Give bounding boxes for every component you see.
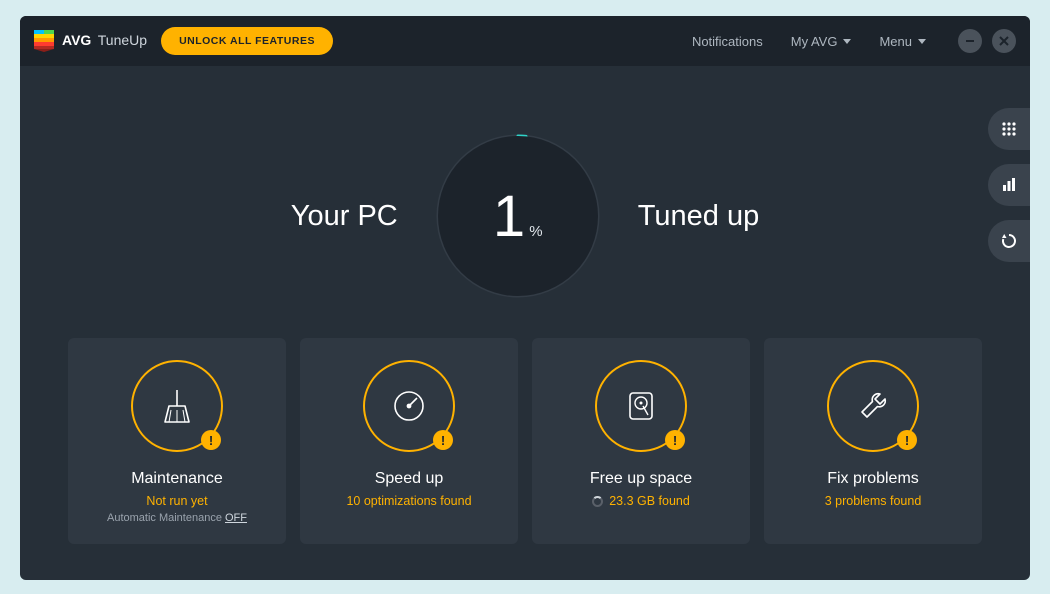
card-icon-wrap: !: [595, 360, 687, 452]
gauge-percent-symbol: %: [529, 223, 542, 240]
side-rail: [988, 108, 1030, 262]
rail-stats-button[interactable]: [988, 164, 1030, 206]
undo-icon: [1000, 232, 1018, 250]
status-hero: Your PC 1 % Tuned up: [20, 136, 1030, 296]
card-space-subtitle: 23.3 GB found: [592, 494, 690, 508]
card-maintenance-subtitle: Not run yet: [146, 494, 207, 508]
logo-group: AVG TuneUp: [34, 30, 147, 52]
close-button[interactable]: [992, 29, 1016, 53]
brand-name: AVG TuneUp: [62, 32, 147, 50]
maintenance-note-state[interactable]: OFF: [225, 512, 247, 524]
card-fix-subtitle: 3 problems found: [825, 494, 922, 508]
spinner-icon: [592, 496, 603, 507]
nav-notifications-label: Notifications: [692, 34, 763, 49]
card-speed-up[interactable]: ! Speed up 10 optimizations found: [300, 338, 518, 544]
nav-menu[interactable]: Menu: [879, 34, 926, 49]
card-maintenance[interactable]: ! Maintenance Not run yet Automatic Main…: [68, 338, 286, 544]
gauge-percent-value: 1: [493, 183, 525, 250]
chevron-down-icon: [918, 39, 926, 44]
wrench-icon: [851, 384, 895, 428]
card-space-title: Free up space: [590, 470, 692, 488]
gauge-face: 1 %: [438, 136, 598, 296]
card-maintenance-title: Maintenance: [131, 470, 223, 488]
product-label: TuneUp: [98, 32, 147, 48]
disk-icon: [619, 384, 663, 428]
grid-icon: [1001, 121, 1017, 137]
top-nav: Notifications My AVG Menu: [692, 34, 926, 49]
card-free-up-space[interactable]: ! Free up space 23.3 GB found: [532, 338, 750, 544]
minimize-button[interactable]: [958, 29, 982, 53]
card-space-subtitle-text: 23.3 GB found: [609, 494, 690, 508]
gauge-value-group: 1 %: [493, 183, 543, 250]
app-window: AVG TuneUp UNLOCK ALL FEATURES Notificat…: [20, 16, 1030, 580]
card-speed-title: Speed up: [375, 470, 444, 488]
gauge-icon: [387, 384, 431, 428]
nav-menu-label: Menu: [879, 34, 912, 49]
alert-badge-icon: !: [897, 430, 917, 450]
broom-icon: [155, 384, 199, 428]
unlock-all-features-button[interactable]: UNLOCK ALL FEATURES: [161, 27, 333, 55]
status-gauge: 1 %: [438, 136, 598, 296]
card-maintenance-note: Automatic Maintenance OFF: [107, 512, 247, 524]
card-icon-wrap: !: [363, 360, 455, 452]
card-icon-wrap: !: [131, 360, 223, 452]
brand-label: AVG: [62, 32, 91, 48]
card-fix-title: Fix problems: [827, 470, 919, 488]
status-left-text: Your PC: [291, 200, 398, 233]
nav-notifications[interactable]: Notifications: [692, 34, 763, 49]
title-bar: AVG TuneUp UNLOCK ALL FEATURES Notificat…: [20, 16, 1030, 66]
nav-my-avg[interactable]: My AVG: [791, 34, 852, 49]
avg-logo-icon: [34, 30, 54, 52]
card-icon-wrap: !: [827, 360, 919, 452]
card-fix-problems[interactable]: ! Fix problems 3 problems found: [764, 338, 982, 544]
window-controls: [958, 29, 1016, 53]
alert-badge-icon: !: [201, 430, 221, 450]
alert-badge-icon: !: [433, 430, 453, 450]
card-speed-subtitle: 10 optimizations found: [346, 494, 471, 508]
nav-my-avg-label: My AVG: [791, 34, 838, 49]
maintenance-note-prefix: Automatic Maintenance: [107, 512, 225, 524]
cards-row: ! Maintenance Not run yet Automatic Main…: [20, 338, 1030, 544]
chevron-down-icon: [843, 39, 851, 44]
bar-chart-icon: [1001, 177, 1017, 193]
alert-badge-icon: !: [665, 430, 685, 450]
rail-grid-button[interactable]: [988, 108, 1030, 150]
rail-rescan-button[interactable]: [988, 220, 1030, 262]
status-right-text: Tuned up: [638, 200, 759, 233]
